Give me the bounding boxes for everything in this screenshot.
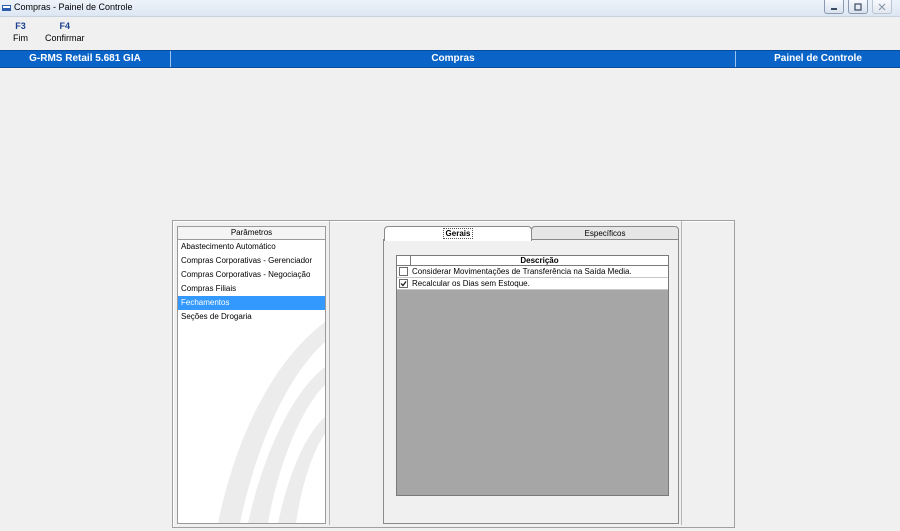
f4-label: Confirmar: [45, 33, 85, 43]
checkmark-icon: [400, 281, 407, 287]
f4-confirmar-button[interactable]: F4 Confirmar: [45, 21, 85, 43]
panel-divider: [681, 221, 682, 525]
list-item[interactable]: Compras Corporativas - Gerenciador: [178, 254, 325, 268]
f3-key: F3: [15, 21, 26, 31]
minimize-icon: [831, 7, 837, 10]
function-key-toolbar: F3 Fim F4 Confirmar: [0, 17, 900, 47]
list-item[interactable]: Abastecimento Automático: [178, 240, 325, 254]
maximize-button[interactable]: [848, 0, 868, 14]
row-check-cell: [397, 279, 410, 288]
checkbox[interactable]: [399, 267, 408, 276]
parameters-list: Parâmetros Abastecimento Automático Comp…: [177, 226, 326, 524]
tab-gerais[interactable]: Gerais: [384, 226, 532, 241]
close-icon: [878, 3, 886, 10]
row-description: Recalcular os Dias sem Estoque.: [412, 279, 530, 288]
list-item[interactable]: Compras Filiais: [178, 282, 325, 296]
list-item-selected[interactable]: Fechamentos: [178, 296, 325, 310]
check-column-header: [397, 256, 411, 265]
grid-header: Descrição: [397, 256, 668, 266]
tab-especificos[interactable]: Específicos: [531, 226, 679, 240]
list-item[interactable]: Compras Corporativas - Negociação: [178, 268, 325, 282]
panel-divider: [329, 221, 330, 525]
description-column-header: Descrição: [520, 256, 559, 265]
tab-label: Específicos: [584, 229, 626, 238]
product-version: G-RMS Retail 5.681 GIA: [29, 53, 141, 64]
parameters-header: Parâmetros: [178, 227, 325, 240]
f4-key: F4: [59, 21, 71, 31]
f3-fim-button[interactable]: F3 Fim: [13, 21, 28, 43]
table-row[interactable]: Considerar Movimentações de Transferênci…: [397, 266, 668, 278]
table-row[interactable]: Recalcular os Dias sem Estoque.: [397, 278, 668, 290]
screen-name: Painel de Controle: [774, 53, 862, 64]
row-check-cell: [397, 267, 410, 276]
info-bar: G-RMS Retail 5.681 GIA Compras Painel de…: [0, 50, 900, 68]
f3-label: Fim: [13, 33, 28, 43]
parameters-grid: Descrição Considerar Movimentações de Tr…: [396, 255, 669, 496]
app-icon: [2, 5, 11, 11]
checkbox[interactable]: [399, 279, 408, 288]
window-titlebar: Compras - Painel de Controle: [0, 0, 900, 17]
tab-label: Gerais: [442, 228, 474, 239]
close-button[interactable]: [872, 0, 892, 14]
minimize-button[interactable]: [824, 0, 844, 14]
window-controls: [824, 0, 892, 14]
restore-icon: [854, 2, 862, 11]
row-description: Considerar Movimentações de Transferênci…: [412, 267, 632, 276]
window-title: Compras - Painel de Controle: [14, 2, 133, 12]
module-name: Compras: [431, 53, 475, 64]
list-item[interactable]: Seções de Drogaria: [178, 310, 325, 324]
